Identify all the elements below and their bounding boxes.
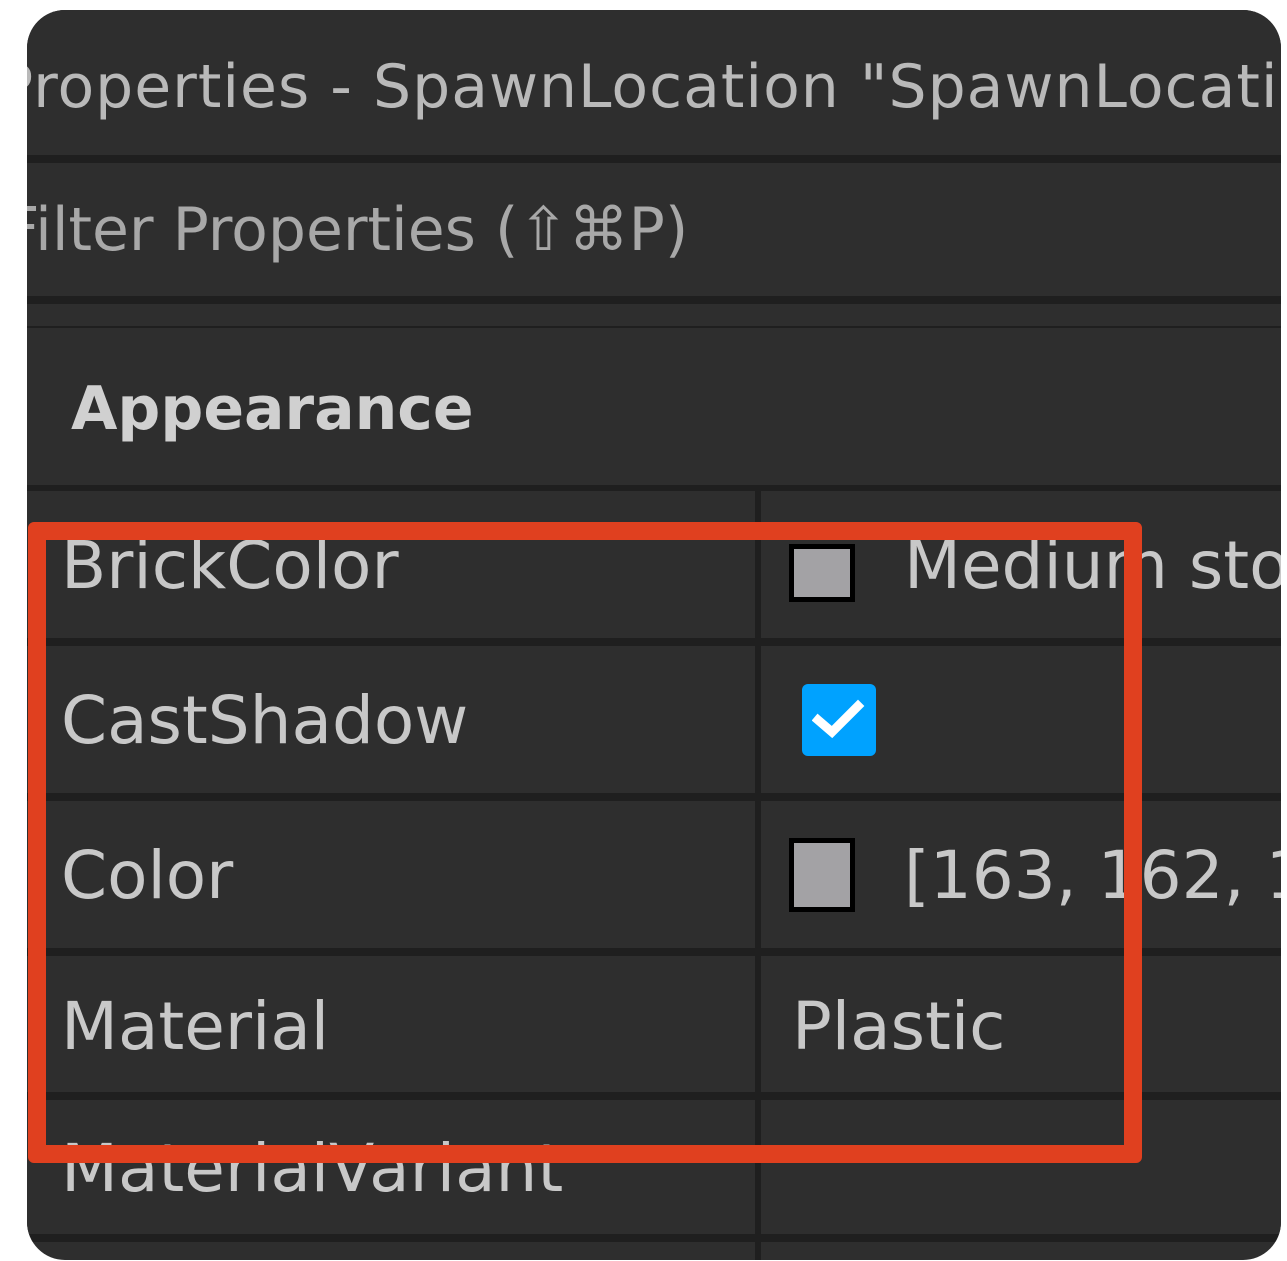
property-row-castshadow[interactable]: CastShadow: [27, 646, 1281, 793]
property-value[interactable]: [163, 162, 165]: [904, 837, 1281, 914]
property-row-materialvariant[interactable]: MaterialVariant: [27, 1100, 1281, 1234]
properties-window: Properties - SpawnLocation "SpawnLocatio…: [27, 10, 1281, 1260]
divider: [27, 948, 1281, 956]
property-name: Material: [61, 988, 330, 1065]
section-header-appearance[interactable]: Appearance: [27, 328, 1281, 488]
color-swatch[interactable]: [789, 838, 855, 912]
divider: [27, 1234, 1281, 1242]
divider: [27, 1092, 1281, 1100]
filter-properties-input[interactable]: Filter Properties (⇧⌘P): [27, 163, 1281, 296]
property-row-brickcolor[interactable]: BrickColor Medium stone grey: [27, 491, 1281, 638]
property-value[interactable]: Medium stone grey: [904, 527, 1281, 604]
section-title: Appearance: [71, 374, 474, 444]
window-title: Properties - SpawnLocation "SpawnLocatio…: [27, 52, 1281, 122]
castshadow-checkbox[interactable]: [802, 684, 876, 756]
divider: [27, 155, 1281, 163]
property-row-material[interactable]: Material Plastic: [27, 956, 1281, 1092]
property-name: BrickColor: [61, 527, 399, 604]
brickcolor-swatch[interactable]: [789, 544, 855, 602]
divider: [27, 793, 1281, 801]
property-row-color[interactable]: Color [163, 162, 165]: [27, 801, 1281, 948]
column-divider[interactable]: [755, 488, 761, 1260]
check-icon: [812, 699, 865, 739]
filter-placeholder: Filter Properties (⇧⌘P): [27, 195, 689, 265]
divider: [27, 638, 1281, 646]
title-bar: Properties - SpawnLocation "SpawnLocatio…: [27, 10, 1281, 155]
spacer: [27, 304, 1281, 326]
property-name: Color: [61, 837, 234, 914]
divider: [27, 296, 1281, 304]
property-name: MaterialVariant: [61, 1130, 564, 1207]
property-value[interactable]: Plastic: [792, 988, 1005, 1065]
property-name: CastShadow: [61, 682, 469, 759]
